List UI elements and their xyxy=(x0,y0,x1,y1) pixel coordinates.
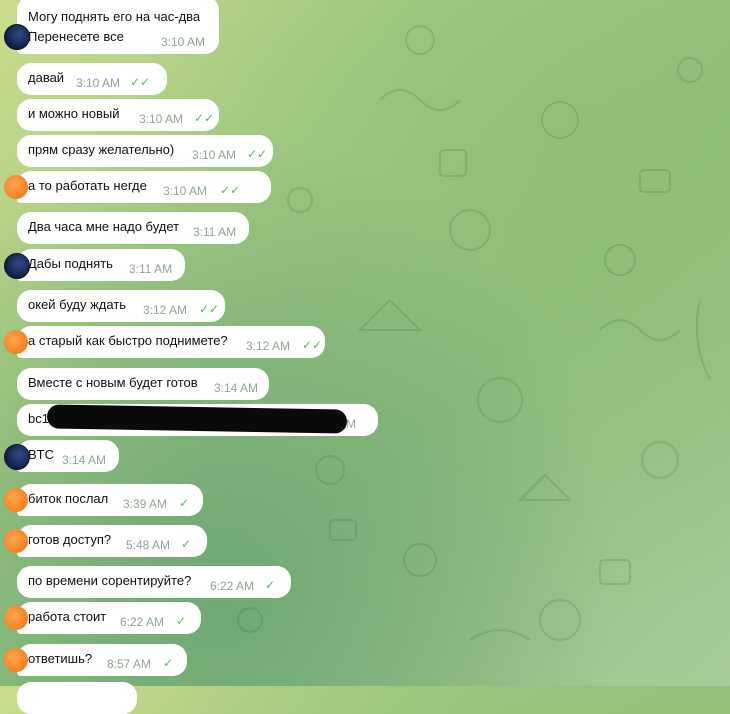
message-text: давай xyxy=(28,70,65,85)
redaction-mark xyxy=(46,404,348,434)
sent-status-icon: ✓ xyxy=(179,496,190,510)
message-time: 3:10 AM xyxy=(76,76,121,90)
message-text: Два часа мне надо будет xyxy=(28,219,180,234)
message-time: 8:57 AM xyxy=(107,657,152,671)
message-text: BTC xyxy=(28,447,54,462)
message-time: 3:10 AM xyxy=(139,112,184,126)
message-text: работа стоит xyxy=(28,609,107,624)
message-time: 3:10 AM xyxy=(161,35,206,49)
message-text: биток послал xyxy=(28,491,109,506)
message-bubble[interactable] xyxy=(17,682,137,714)
sent-status-icon: ✓ xyxy=(265,578,276,592)
message-time: 3:12 AM xyxy=(246,339,291,353)
message-text: прям сразу желательно) xyxy=(28,142,175,157)
message-time: 3:11 AM xyxy=(129,262,173,276)
message-bubble[interactable]: Могу поднять его на час-два Перенесете в… xyxy=(4,0,219,54)
message-text: и можно новый xyxy=(28,106,120,121)
message-text: а старый как быстро поднимете? xyxy=(28,333,228,348)
avatar[interactable] xyxy=(4,529,28,553)
avatar[interactable] xyxy=(4,330,28,354)
read-status-icon: ✓✓ xyxy=(302,338,323,352)
avatar[interactable] xyxy=(4,24,30,50)
message-time: 6:22 AM xyxy=(120,615,165,629)
message-text: Могу поднять его на час-два xyxy=(28,9,201,24)
message-bubble[interactable]: а то работать негде 3:10 AM ✓✓ xyxy=(4,171,271,203)
avatar[interactable] xyxy=(4,444,30,470)
message-text: окей буду ждать xyxy=(28,297,127,312)
message-text: Дабы поднять xyxy=(28,256,113,271)
message-text: bc1 xyxy=(28,411,49,426)
avatar[interactable] xyxy=(4,488,28,512)
message-bubble[interactable]: Дабы поднять 3:11 AM xyxy=(4,249,185,281)
message-text: а то работать негде xyxy=(28,178,147,193)
message-time: 3:11 AM xyxy=(193,225,237,239)
message-time: 3:12 AM xyxy=(143,303,188,317)
message-text: готов доступ? xyxy=(28,532,112,547)
message-bubble[interactable]: готов доступ? 5:48 AM ✓ xyxy=(4,525,207,557)
message-bubble[interactable]: ответишь? 8:57 AM ✓ xyxy=(4,644,187,676)
message-text: Перенесете все xyxy=(28,29,124,44)
message-time: 3:39 AM xyxy=(123,497,168,511)
message-bubble[interactable]: по времени сорентируйте? 6:22 AM ✓ xyxy=(17,566,291,598)
message-bubble[interactable]: а старый как быстро поднимете? 3:12 AM ✓… xyxy=(4,326,325,358)
message-bubble[interactable]: биток послал 3:39 AM ✓ xyxy=(4,484,203,516)
read-status-icon: ✓✓ xyxy=(247,147,268,161)
message-time: 3:10 AM xyxy=(163,184,208,198)
message-bubble[interactable]: bc1 3:14 AM xyxy=(17,404,378,436)
read-status-icon: ✓✓ xyxy=(220,183,241,197)
avatar[interactable] xyxy=(4,253,30,279)
message-text: Вместе с новым будет готов xyxy=(28,375,198,390)
message-text: по времени сорентируйте? xyxy=(28,573,192,588)
message-bubble[interactable]: работа стоит 6:22 AM ✓ xyxy=(4,602,201,634)
message-bubble[interactable]: давай 3:10 AM ✓✓ xyxy=(17,63,167,95)
read-status-icon: ✓✓ xyxy=(199,302,220,316)
message-bubble[interactable]: Два часа мне надо будет 3:11 AM xyxy=(17,212,249,244)
avatar[interactable] xyxy=(4,648,28,672)
message-bubble[interactable]: прям сразу желательно) 3:10 AM ✓✓ xyxy=(17,135,273,167)
read-status-icon: ✓✓ xyxy=(194,111,215,125)
sent-status-icon: ✓ xyxy=(176,614,187,628)
message-time: 3:10 AM xyxy=(192,148,237,162)
message-bubble[interactable]: и можно новый 3:10 AM ✓✓ xyxy=(17,99,219,131)
message-time: 6:22 AM xyxy=(210,579,255,593)
avatar[interactable] xyxy=(4,606,28,630)
message-time: 3:14 AM xyxy=(214,381,259,395)
message-time: 3:14 AM xyxy=(62,453,107,467)
message-bubble[interactable]: окей буду ждать 3:12 AM ✓✓ xyxy=(17,290,225,322)
message-time: 5:48 AM xyxy=(126,538,171,552)
sent-status-icon: ✓ xyxy=(181,537,192,551)
avatar[interactable] xyxy=(4,175,28,199)
message-bubble[interactable]: BTC 3:14 AM xyxy=(4,440,119,472)
read-status-icon: ✓✓ xyxy=(130,75,151,89)
message-bubble[interactable]: Вместе с новым будет готов 3:14 AM xyxy=(17,368,269,400)
message-text: ответишь? xyxy=(28,651,93,666)
sent-status-icon: ✓ xyxy=(163,656,174,670)
